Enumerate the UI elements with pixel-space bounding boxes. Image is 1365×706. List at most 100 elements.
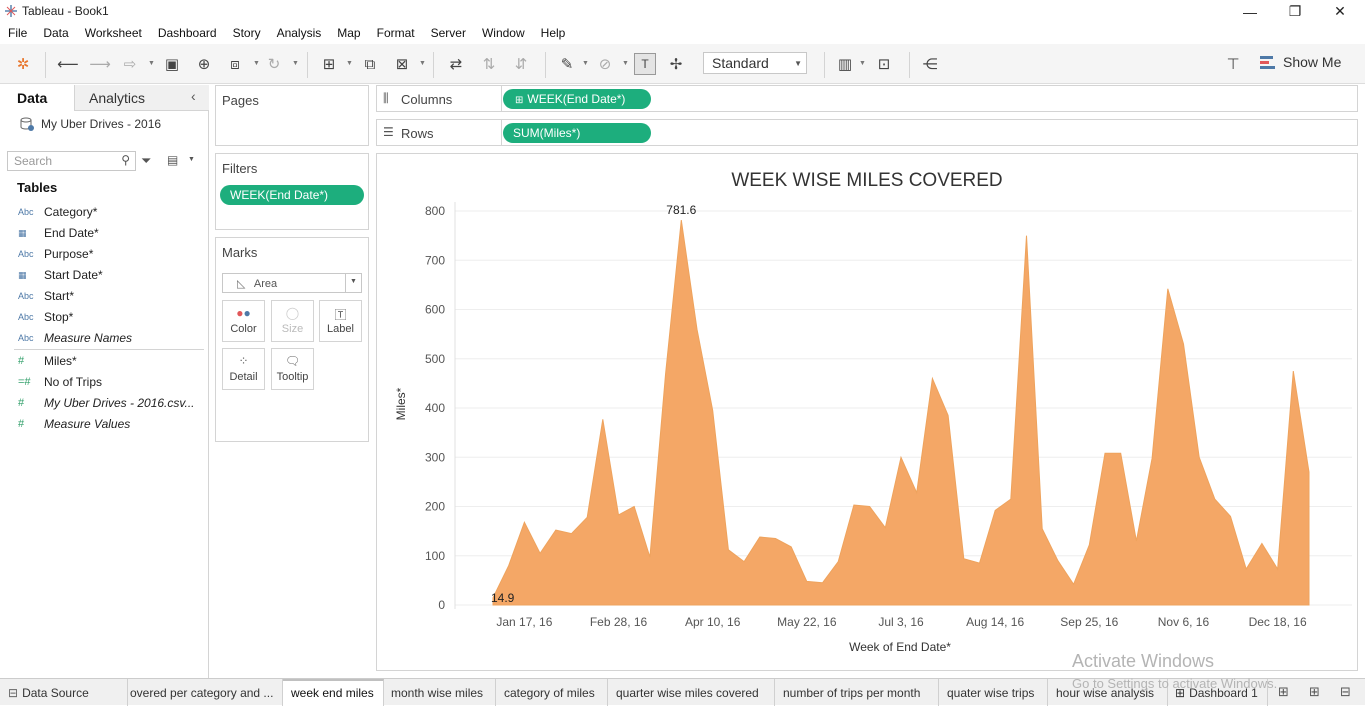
highlight-icon[interactable]: ✎ (556, 53, 578, 75)
filters-title: Filters (222, 161, 258, 176)
tab-sheet[interactable]: category of miles (496, 679, 608, 706)
rows-shelf[interactable]: ☰ Rows SUM(Miles*) (376, 119, 1358, 146)
view-options-icon[interactable]: ▤ (167, 153, 178, 167)
toolbar-separator (545, 52, 546, 78)
viz-pane[interactable]: WEEK WISE MILES COVERED Miles* Week of E… (376, 153, 1358, 671)
field-csv-count[interactable]: # My Uber Drives - 2016.csv... (18, 394, 203, 412)
field-start-date[interactable]: ▦ Start Date* (18, 266, 203, 284)
data-point (821, 581, 824, 584)
minimize-button[interactable]: — (1227, 0, 1273, 23)
sort-descending-icon[interactable]: ⇵ (510, 53, 532, 75)
undo-icon[interactable]: ⟵ (57, 53, 79, 75)
tab-sheet[interactable]: overed per category and ... (128, 679, 283, 706)
field-category[interactable]: Abc Category* (18, 203, 203, 221)
share-icon[interactable]: ⋲ (919, 53, 941, 75)
columns-icon: ⫼ (383, 91, 389, 105)
area-chart[interactable]: WEEK WISE MILES COVERED Miles* Week of E… (377, 154, 1357, 670)
tab-analytics[interactable]: Analytics (89, 90, 145, 106)
field-purpose[interactable]: Abc Purpose* (18, 245, 203, 263)
duplicate-sheet-icon[interactable]: ⧉ (359, 53, 381, 75)
label-label: Label (327, 323, 354, 335)
detail-button[interactable]: ⁘ Detail (222, 348, 265, 390)
menu-map[interactable]: Map (329, 23, 368, 44)
chevron-down-icon[interactable]: ▼ (148, 60, 155, 67)
new-dashboard-tab-icon[interactable]: ⊞ (1309, 684, 1320, 700)
field-end-date[interactable]: ▦ End Date* (18, 224, 203, 242)
tab-data[interactable]: Data (0, 85, 75, 111)
mark-type-dropdown[interactable]: ◺ Area ▼ (222, 273, 362, 293)
tooltip-pin-icon[interactable]: ⊤ (1222, 53, 1244, 75)
menu-dashboard[interactable]: Dashboard (150, 23, 225, 44)
chevron-down-icon[interactable]: ▼ (582, 60, 589, 67)
new-data-source-icon[interactable]: ⊕ (193, 53, 215, 75)
chevron-down-icon[interactable]: ▼ (253, 60, 260, 67)
chevron-down-icon[interactable]: ▼ (292, 60, 299, 67)
swap-rows-columns-icon[interactable]: ⇄ (445, 53, 467, 75)
new-worksheet-tab-icon[interactable]: ⊞ (1278, 684, 1289, 700)
chevron-down-icon[interactable]: ▼ (622, 60, 629, 67)
tab-sheet[interactable]: month wise miles (384, 679, 496, 706)
show-mark-labels-icon[interactable]: T (634, 53, 656, 75)
field-miles[interactable]: # Miles* (18, 352, 203, 370)
menu-analysis[interactable]: Analysis (269, 23, 330, 44)
fix-axes-icon[interactable]: ✢ (665, 53, 687, 75)
data-point (790, 545, 793, 548)
group-members-icon[interactable]: ⊘ (594, 53, 616, 75)
columns-pill[interactable]: ⊞ WEEK(End Date*) (503, 89, 651, 109)
refresh-icon[interactable]: ↻ (263, 53, 285, 75)
tableau-home-icon[interactable]: ✲ (12, 53, 34, 75)
presentation-mode-icon[interactable]: ⊡ (873, 53, 895, 75)
menu-file[interactable]: File (0, 23, 35, 44)
menu-data[interactable]: Data (35, 23, 76, 44)
redo-icon[interactable]: ⟶ (89, 53, 111, 75)
new-story-tab-icon[interactable]: ⊟ (1340, 684, 1351, 700)
series-area[interactable] (492, 219, 1311, 606)
filter-pill[interactable]: WEEK(End Date*) (220, 185, 364, 205)
data-point (1151, 457, 1154, 460)
label-button[interactable]: 🅃 Label (319, 300, 362, 342)
search-input[interactable]: Search ⚲ (7, 151, 136, 171)
replay-icon[interactable]: ⇨ (119, 53, 141, 75)
tab-sheet[interactable]: quarter wise miles covered (608, 679, 775, 706)
menu-worksheet[interactable]: Worksheet (77, 23, 150, 44)
fit-dropdown[interactable]: Standard ▼ (703, 52, 807, 74)
filter-icon[interactable]: ⏷ (141, 153, 151, 169)
menu-format[interactable]: Format (369, 23, 423, 44)
tab-data-source[interactable]: ⊟ Data Source (0, 679, 128, 706)
pages-card[interactable]: Pages (215, 85, 369, 146)
tab-sheet[interactable]: number of trips per month (775, 679, 939, 706)
clear-sheet-icon[interactable]: ⊠ (391, 53, 413, 75)
chevron-down-icon[interactable]: ▼ (346, 60, 353, 67)
columns-shelf[interactable]: ⫼ Columns ⊞ WEEK(End Date*) (376, 85, 1358, 112)
menu-window[interactable]: Window (474, 23, 533, 44)
data-source-item[interactable]: My Uber Drives - 2016 (20, 117, 161, 131)
restore-button[interactable]: ❐ (1272, 0, 1318, 23)
save-icon[interactable]: ▣ (161, 53, 183, 75)
tab-sheet-active[interactable]: week end miles (283, 679, 384, 706)
field-stop[interactable]: Abc Stop* (18, 308, 203, 326)
sort-ascending-icon[interactable]: ⇅ (478, 53, 500, 75)
expand-icon: ⊞ (515, 95, 524, 106)
collapse-pane-icon[interactable]: ‹ (191, 88, 196, 104)
color-button[interactable]: ●● Color (222, 300, 265, 342)
show-cards-icon[interactable]: ▥ (834, 53, 856, 75)
pause-updates-icon[interactable]: ⧈ (224, 53, 246, 75)
menu-story[interactable]: Story (225, 23, 269, 44)
chevron-down-icon[interactable]: ▼ (188, 156, 195, 163)
tooltip-button[interactable]: 🗨 Tooltip (271, 348, 314, 390)
rows-pill[interactable]: SUM(Miles*) (503, 123, 651, 143)
close-button[interactable]: ✕ (1317, 0, 1363, 23)
x-tick-label: Jan 17, 16 (496, 615, 552, 629)
field-start[interactable]: Abc Start* (18, 287, 203, 305)
tab-sheet[interactable]: quater wise trips (939, 679, 1048, 706)
new-worksheet-icon[interactable]: ⊞ (318, 53, 340, 75)
size-button[interactable]: ◯ Size (271, 300, 314, 342)
chevron-down-icon[interactable]: ▼ (859, 60, 866, 67)
chevron-down-icon[interactable]: ▼ (419, 60, 426, 67)
field-measure-values[interactable]: # Measure Values (18, 415, 203, 433)
menu-help[interactable]: Help (533, 23, 574, 44)
menu-server[interactable]: Server (423, 23, 474, 44)
field-no-of-trips[interactable]: =# No of Trips (18, 373, 203, 391)
show-me-button[interactable]: Show Me (1260, 54, 1341, 70)
field-measure-names[interactable]: Abc Measure Names (18, 329, 203, 347)
